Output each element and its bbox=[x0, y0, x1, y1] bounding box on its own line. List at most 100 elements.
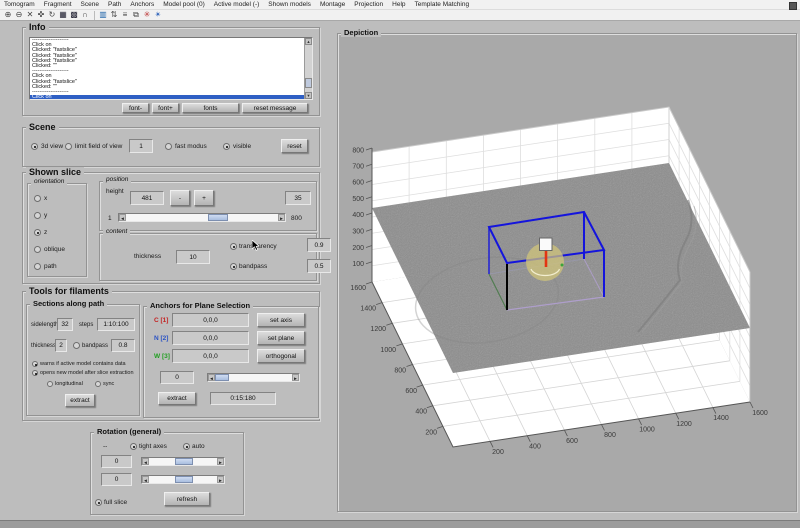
visible-radio[interactable] bbox=[223, 143, 230, 150]
anchor-n-field[interactable]: 0,0,0 bbox=[172, 331, 249, 345]
sync-radio[interactable] bbox=[95, 381, 101, 387]
set-axis-button[interactable]: set axis bbox=[257, 313, 305, 327]
menu-scene[interactable]: Scene bbox=[81, 1, 99, 8]
height-minus-button[interactable]: - bbox=[170, 190, 190, 206]
rotate-3d-icon[interactable]: ↻ bbox=[47, 11, 57, 19]
menu-help[interactable]: Help bbox=[392, 1, 405, 8]
zoom-in-icon[interactable]: ⊕ bbox=[3, 11, 13, 19]
rotation-slider2-thumb[interactable] bbox=[175, 476, 193, 483]
orientation-x-radio[interactable] bbox=[34, 195, 41, 202]
font-plus-button[interactable]: font+ bbox=[152, 103, 179, 113]
menu-montage[interactable]: Montage bbox=[320, 1, 345, 8]
slider-right-arrow-icon[interactable]: ► bbox=[292, 374, 299, 381]
orthogonal-button[interactable]: orthogonal bbox=[257, 349, 305, 363]
mosaic-icon[interactable]: ≡ bbox=[120, 11, 130, 19]
font-minus-button[interactable]: font- bbox=[122, 103, 149, 113]
zoom-out-icon[interactable]: ⊖ bbox=[14, 11, 24, 19]
rotation-value1-field[interactable]: 0 bbox=[101, 455, 132, 468]
height-slider-thumb[interactable] bbox=[208, 214, 228, 221]
anchor-w-field[interactable]: 0,0,0 bbox=[172, 349, 249, 363]
fonts-button[interactable]: fonts bbox=[182, 103, 239, 113]
longitudinal-radio[interactable] bbox=[47, 381, 53, 387]
stretch-icon[interactable]: ⇅ bbox=[109, 11, 119, 19]
height-slider-track[interactable] bbox=[126, 214, 278, 221]
menu-model-pool[interactable]: Model pool (0) bbox=[163, 1, 205, 8]
cross-icon[interactable]: ✕ bbox=[25, 11, 35, 19]
sect-bandpass-radio[interactable] bbox=[73, 342, 80, 349]
scene-3d-view-radio[interactable] bbox=[31, 143, 38, 150]
refresh-button[interactable]: refresh bbox=[164, 492, 210, 506]
copy-icon[interactable]: ⧉ bbox=[131, 11, 141, 19]
bandpass-field[interactable]: 0.5 bbox=[307, 259, 331, 273]
rotation-slider-1[interactable]: ◄ ► bbox=[141, 457, 225, 466]
transparency-field[interactable]: 0.9 bbox=[307, 238, 331, 252]
anchor-slider-track[interactable] bbox=[215, 374, 292, 381]
scroll-thumb[interactable] bbox=[305, 78, 312, 88]
auto-radio[interactable] bbox=[183, 443, 190, 450]
anchor-range-field[interactable]: 0:15:180 bbox=[210, 392, 276, 405]
height-step-field[interactable]: 35 bbox=[285, 191, 311, 205]
menu-fragment[interactable]: Fragment bbox=[44, 1, 72, 8]
menu-tomogram[interactable]: Tomogram bbox=[4, 1, 35, 8]
orientation-y-radio[interactable] bbox=[34, 212, 41, 219]
slider-left-arrow-icon[interactable]: ◄ bbox=[142, 458, 149, 465]
info-log-listbox[interactable]: -------------------- Click on Clicked: "… bbox=[29, 37, 313, 100]
fast-modus-radio[interactable] bbox=[165, 143, 172, 150]
anchor-slider-thumb[interactable] bbox=[215, 374, 229, 381]
image-icon[interactable]: ▦ bbox=[58, 11, 68, 19]
bandpass-radio[interactable] bbox=[230, 263, 237, 270]
rotation-slider1-thumb[interactable] bbox=[175, 458, 193, 465]
open-model-radio[interactable] bbox=[32, 370, 38, 376]
menu-template-matching[interactable]: Template Matching bbox=[415, 1, 470, 8]
anchor-angle-field[interactable]: 0 bbox=[160, 371, 194, 384]
montage-icon[interactable]: ▩ bbox=[69, 11, 79, 19]
pan-icon[interactable]: ✜ bbox=[36, 11, 46, 19]
slider-left-arrow-icon[interactable]: ◄ bbox=[142, 476, 149, 483]
log-line-selected[interactable]: Click on bbox=[30, 95, 312, 100]
colorbar-icon[interactable]: ▥ bbox=[98, 11, 108, 19]
menu-anchors[interactable]: Anchors bbox=[130, 1, 154, 8]
slider-left-arrow-icon[interactable]: ◄ bbox=[119, 214, 126, 221]
scroll-up-icon[interactable]: ▲ bbox=[305, 38, 312, 45]
orientation-z-radio[interactable] bbox=[34, 229, 41, 236]
slider-right-arrow-icon[interactable]: ► bbox=[217, 476, 224, 483]
scroll-down-icon[interactable]: ▼ bbox=[305, 92, 312, 99]
listbox-scrollbar[interactable]: ▲ ▼ bbox=[304, 38, 312, 99]
orientation-path-radio[interactable] bbox=[34, 263, 41, 270]
rotation-slider-2[interactable]: ◄ ► bbox=[141, 475, 225, 484]
molecule-icon[interactable]: ✴ bbox=[153, 11, 163, 19]
limit-field-radio[interactable] bbox=[65, 143, 72, 150]
set-plane-button[interactable]: set plane bbox=[257, 331, 305, 345]
scene-reset-button[interactable]: reset bbox=[281, 139, 308, 153]
menu-active-model[interactable]: Active model (-) bbox=[214, 1, 260, 8]
menu-shown-models[interactable]: Shown models bbox=[268, 1, 311, 8]
sidelength-field[interactable]: 32 bbox=[57, 318, 73, 331]
slider-right-arrow-icon[interactable]: ► bbox=[217, 458, 224, 465]
limit-field-value[interactable]: 1 bbox=[129, 139, 153, 153]
transparency-radio[interactable] bbox=[230, 243, 237, 250]
window-corner-icon[interactable] bbox=[789, 2, 797, 10]
sect-bandpass-field[interactable]: 0.8 bbox=[111, 339, 135, 352]
height-slider[interactable]: ◄ ► bbox=[118, 213, 286, 222]
slider-left-arrow-icon[interactable]: ◄ bbox=[208, 374, 215, 381]
full-slice-radio[interactable] bbox=[95, 499, 102, 506]
menu-projection[interactable]: Projection bbox=[354, 1, 383, 8]
tight-axes-radio[interactable] bbox=[130, 443, 137, 450]
steps-field[interactable]: 1:10:100 bbox=[97, 318, 135, 331]
sect-thickness-field[interactable]: 2 bbox=[55, 339, 67, 352]
cube-marker[interactable] bbox=[540, 238, 553, 251]
slider-right-arrow-icon[interactable]: ► bbox=[278, 214, 285, 221]
orientation-oblique-radio[interactable] bbox=[34, 246, 41, 253]
tomogram-3d-plot[interactable]: 100 200 300 400 500 600 700 800 1600 140… bbox=[338, 34, 794, 509]
rotation-slider1-track[interactable] bbox=[149, 458, 217, 465]
menu-path[interactable]: Path bbox=[108, 1, 121, 8]
warn-radio[interactable] bbox=[32, 361, 38, 367]
scatter-icon[interactable]: ✳ bbox=[142, 11, 152, 19]
thickness-field[interactable]: 10 bbox=[176, 250, 210, 264]
height-field[interactable]: 481 bbox=[130, 191, 164, 205]
anchors-extract-button[interactable]: extract bbox=[158, 392, 196, 405]
reset-message-button[interactable]: reset message bbox=[242, 103, 308, 113]
rotation-value2-field[interactable]: 0 bbox=[101, 473, 132, 486]
anchor-c-field[interactable]: 0,0,0 bbox=[172, 313, 249, 327]
rotation-slider2-track[interactable] bbox=[149, 476, 217, 483]
